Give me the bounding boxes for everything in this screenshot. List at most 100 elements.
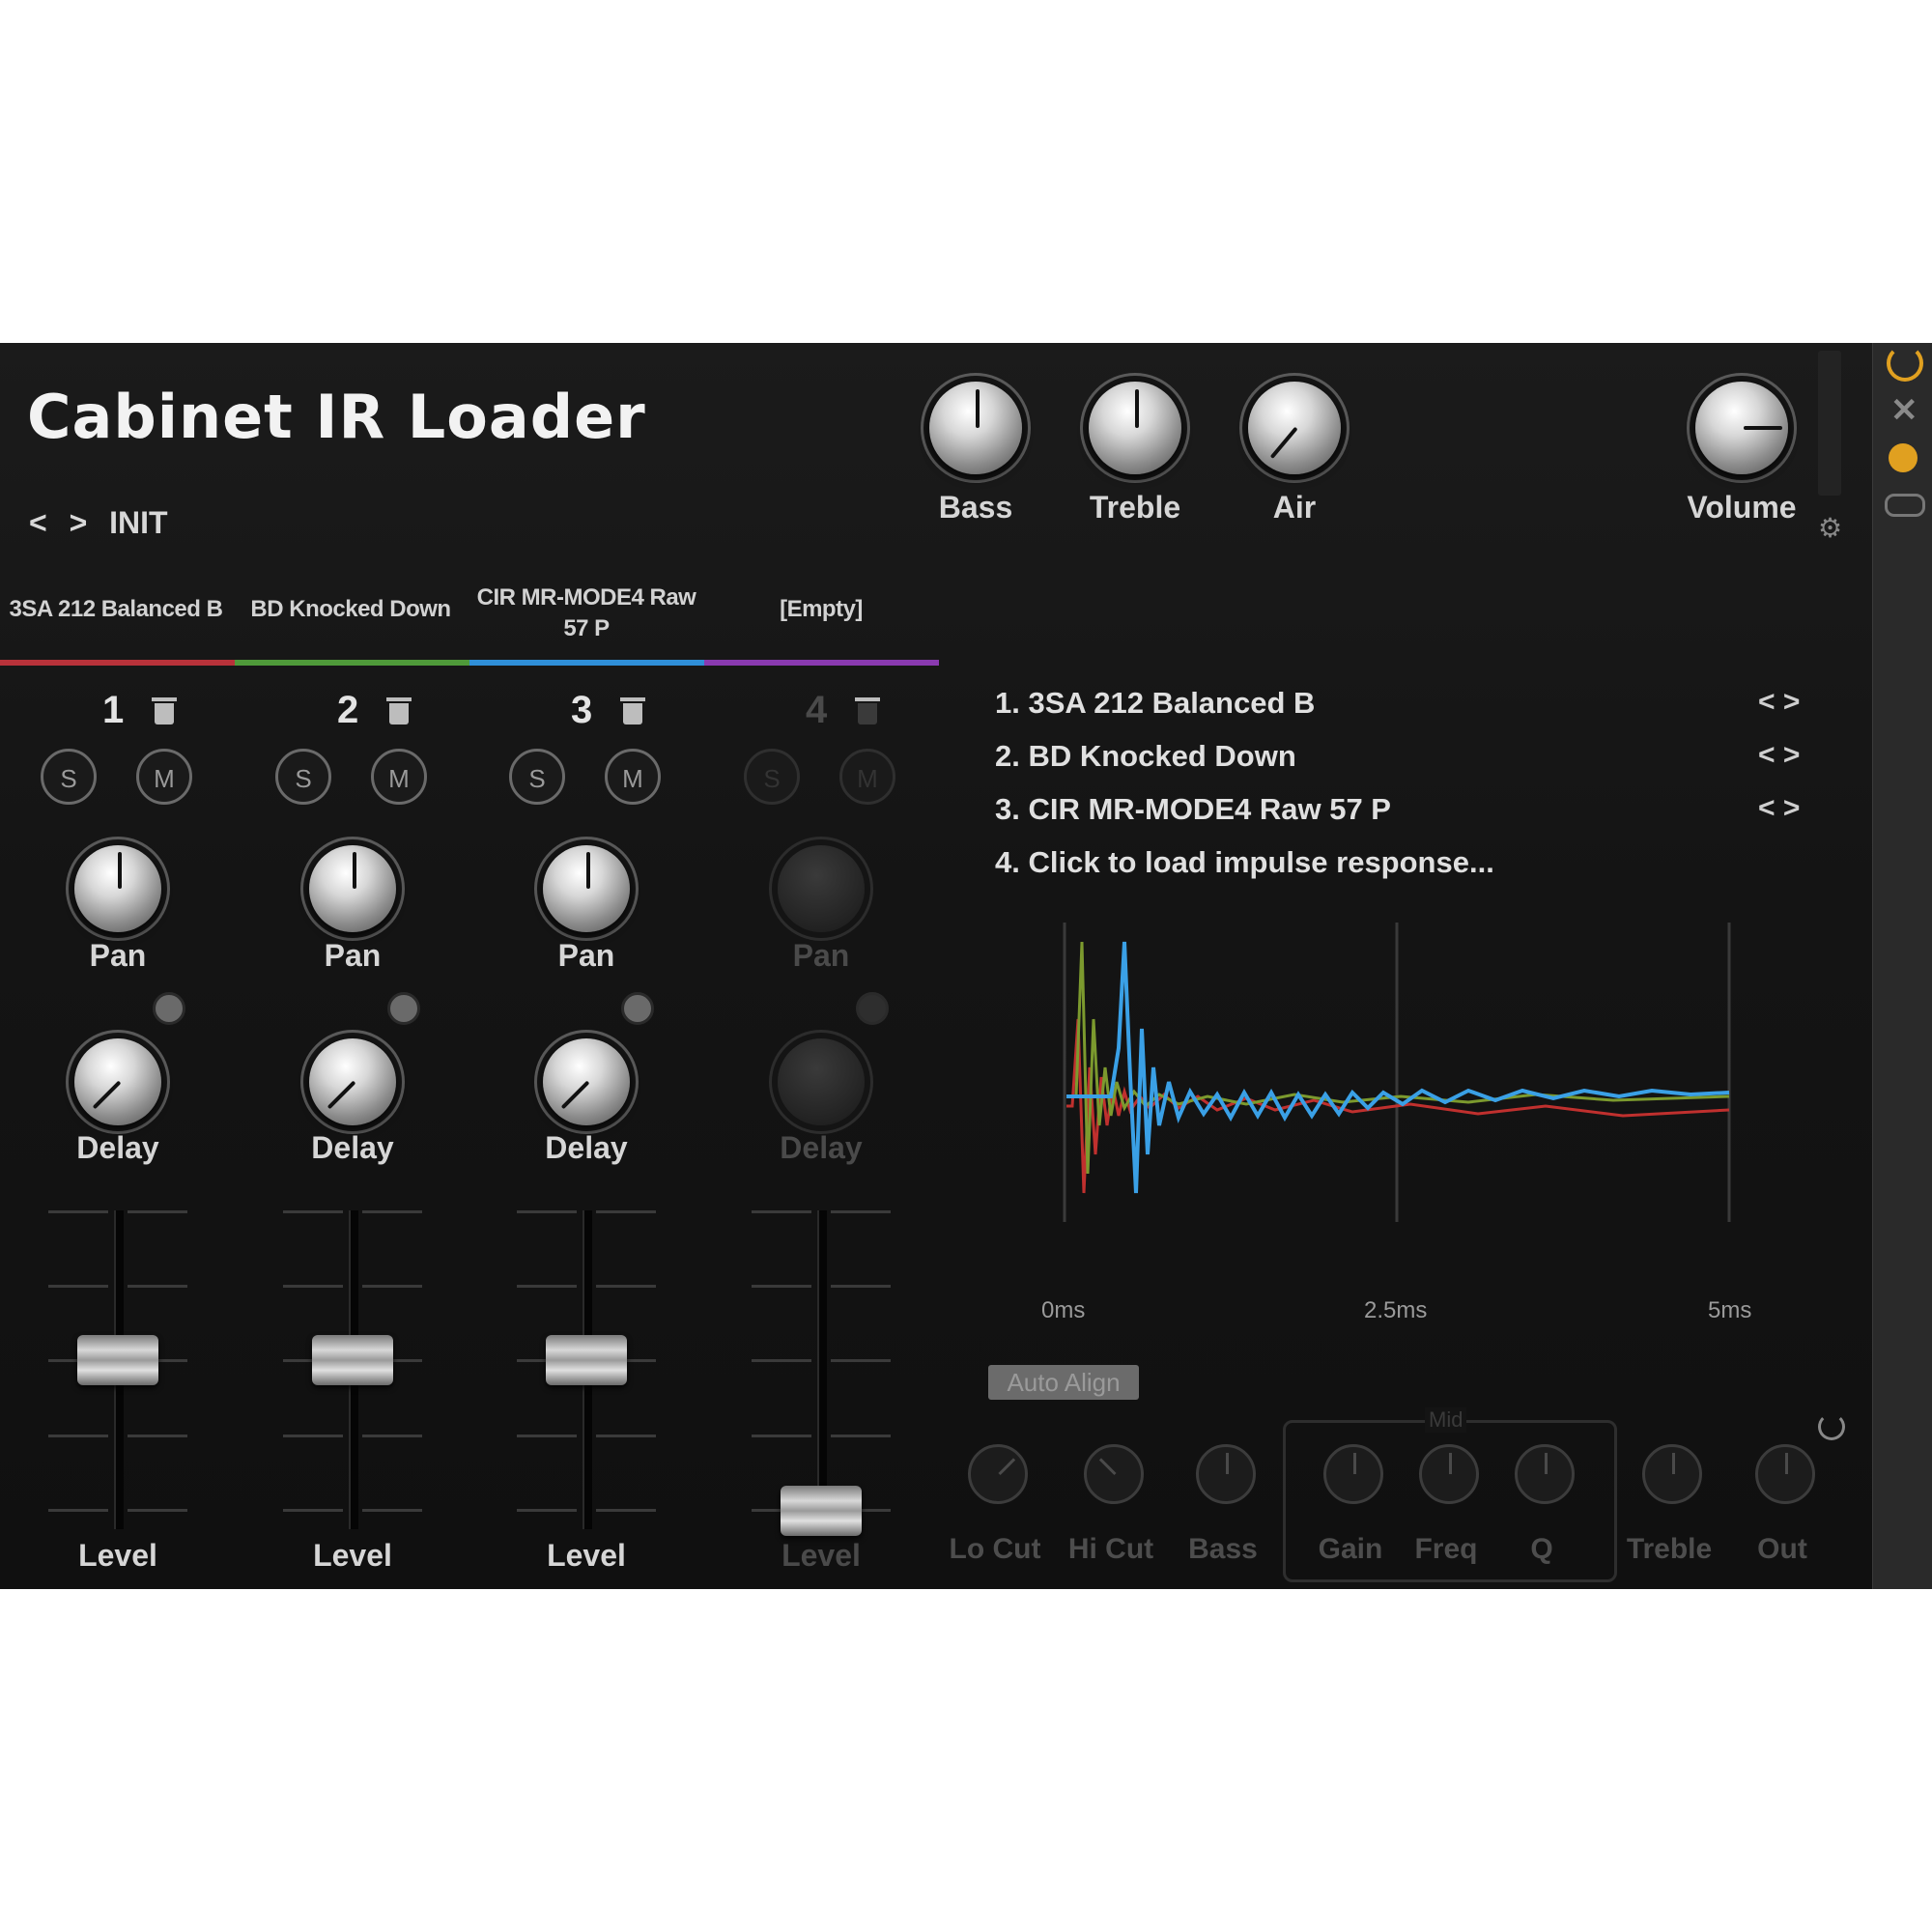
solo-button[interactable]: S xyxy=(509,749,565,805)
pan-knob-label: Pan xyxy=(557,938,615,973)
air-knob-label: Air xyxy=(1272,490,1317,525)
settings-gear-icon[interactable]: ⚙ xyxy=(1818,512,1842,544)
delay-knob[interactable] xyxy=(543,1038,630,1125)
treble-knob-label: Treble xyxy=(1089,490,1181,525)
level-label: Level xyxy=(313,1538,392,1573)
loop-icon[interactable] xyxy=(1885,494,1925,517)
bass-knob[interactable] xyxy=(929,382,1022,474)
ir-list-item-4[interactable]: 4. Click to load impulse response... xyxy=(995,845,1494,880)
delay-knob[interactable] xyxy=(778,1038,865,1125)
eq-knob[interactable] xyxy=(968,1444,1028,1504)
ir-list-item-2[interactable]: 2. BD Knocked Down xyxy=(995,739,1296,774)
delay-knob-label: Delay xyxy=(545,1130,628,1165)
ir-1-arrows[interactable]: < > xyxy=(1758,686,1800,719)
fader-tick xyxy=(831,1359,891,1362)
eq-knob[interactable] xyxy=(1196,1444,1256,1504)
solo-button[interactable]: S xyxy=(41,749,97,805)
fader-tick xyxy=(752,1285,811,1288)
tab-ir-4[interactable]: [Empty] xyxy=(705,596,937,623)
delay-link-icon[interactable] xyxy=(856,992,889,1025)
link-icon[interactable] xyxy=(1889,443,1918,472)
power-icon[interactable] xyxy=(1887,345,1923,382)
level-fader-handle[interactable] xyxy=(546,1335,627,1385)
delay-knob[interactable] xyxy=(74,1038,161,1125)
eq-knob[interactable] xyxy=(1084,1444,1144,1504)
pan-knob[interactable] xyxy=(309,845,396,932)
fader-tick xyxy=(48,1435,108,1437)
level-label: Level xyxy=(78,1538,157,1573)
pan-knob-label: Pan xyxy=(792,938,850,973)
pan-knob[interactable] xyxy=(778,845,865,932)
channel-number: 3 xyxy=(571,689,593,731)
ir-3-arrows[interactable]: < > xyxy=(1758,792,1800,825)
delete-channel-icon[interactable] xyxy=(152,697,177,724)
fader-tick xyxy=(752,1359,811,1362)
fader-tick xyxy=(128,1509,187,1512)
level-fader-handle[interactable] xyxy=(312,1335,393,1385)
mute-button[interactable]: M xyxy=(839,749,895,805)
level-label: Level xyxy=(547,1538,626,1573)
solo-button[interactable]: S xyxy=(744,749,800,805)
delete-channel-icon[interactable] xyxy=(386,697,412,724)
fader-tick xyxy=(48,1509,108,1512)
eq-knob[interactable] xyxy=(1323,1444,1383,1504)
eq-knob[interactable] xyxy=(1515,1444,1575,1504)
channel-number: 2 xyxy=(337,689,359,731)
delete-channel-icon[interactable] xyxy=(855,697,880,724)
fader-tick xyxy=(128,1210,187,1213)
ir-list-item-3[interactable]: 3. CIR MR-MODE4 Raw 57 P xyxy=(995,792,1391,827)
tab-1-underline xyxy=(0,660,235,666)
ir-2-arrows[interactable]: < > xyxy=(1758,739,1800,772)
delay-link-icon[interactable] xyxy=(387,992,420,1025)
level-fader-handle[interactable] xyxy=(781,1486,862,1536)
delay-knob-label: Delay xyxy=(311,1130,394,1165)
air-knob[interactable] xyxy=(1248,382,1341,474)
level-label: Level xyxy=(781,1538,861,1573)
fader-tick xyxy=(362,1210,422,1213)
eq-knob-label: Hi Cut xyxy=(1067,1533,1154,1565)
fader-tick xyxy=(283,1435,343,1437)
channel-number: 1 xyxy=(102,689,125,731)
x-tick-0ms: 0ms xyxy=(1041,1297,1086,1323)
level-fader-track[interactable] xyxy=(817,1210,827,1529)
delay-link-icon[interactable] xyxy=(153,992,185,1025)
delay-knob[interactable] xyxy=(309,1038,396,1125)
fader-tick xyxy=(517,1509,577,1512)
pan-knob-label: Pan xyxy=(89,938,147,973)
preset-prev-button[interactable]: < xyxy=(29,505,47,540)
volume-knob[interactable] xyxy=(1695,382,1788,474)
fader-tick xyxy=(48,1210,108,1213)
x-tick-5ms: 5ms xyxy=(1708,1297,1752,1323)
tab-ir-1[interactable]: 3SA 212 Balanced B xyxy=(0,596,232,623)
auto-align-button[interactable]: Auto Align xyxy=(988,1365,1139,1400)
mute-button[interactable]: M xyxy=(371,749,427,805)
fader-tick xyxy=(362,1285,422,1288)
mute-button[interactable]: M xyxy=(136,749,192,805)
fader-tick xyxy=(517,1435,577,1437)
header-scrollbar[interactable] xyxy=(1818,351,1841,496)
tab-ir-2[interactable]: BD Knocked Down xyxy=(235,596,467,623)
eq-power-icon[interactable] xyxy=(1818,1413,1845,1440)
treble-knob[interactable] xyxy=(1089,382,1181,474)
pan-knob-label: Pan xyxy=(324,938,382,973)
delay-link-icon[interactable] xyxy=(621,992,654,1025)
preset-next-button[interactable]: > xyxy=(70,505,88,540)
close-icon[interactable]: ✕ xyxy=(1890,391,1918,430)
level-fader-handle[interactable] xyxy=(77,1335,158,1385)
tab-ir-3[interactable]: CIR MR-MODE4 Raw 57 P xyxy=(470,582,702,644)
fader-tick xyxy=(752,1435,811,1437)
pan-knob[interactable] xyxy=(543,845,630,932)
right-sidebar: ✕ xyxy=(1872,343,1932,1589)
eq-knob[interactable] xyxy=(1642,1444,1702,1504)
pan-knob[interactable] xyxy=(74,845,161,932)
preset-name[interactable]: INIT xyxy=(109,505,167,540)
delete-channel-icon[interactable] xyxy=(620,697,645,724)
ir-list-item-1[interactable]: 1. 3SA 212 Balanced B xyxy=(995,686,1315,721)
solo-button[interactable]: S xyxy=(275,749,331,805)
fader-tick xyxy=(283,1509,343,1512)
mute-button[interactable]: M xyxy=(605,749,661,805)
eq-knob[interactable] xyxy=(1419,1444,1479,1504)
fader-tick xyxy=(283,1210,343,1213)
eq-knob[interactable] xyxy=(1755,1444,1815,1504)
channel-number: 4 xyxy=(806,689,828,731)
